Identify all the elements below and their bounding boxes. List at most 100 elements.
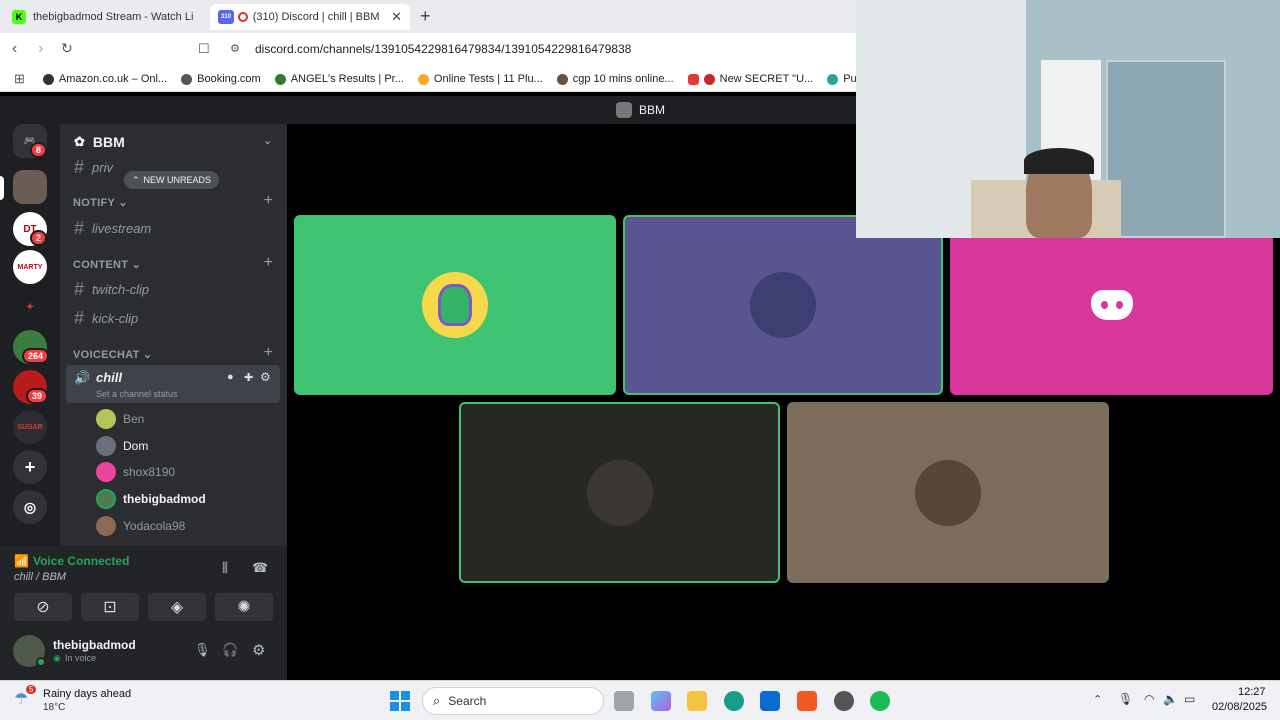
volume-icon[interactable]: 🔈 [1163,692,1178,706]
battery-icon[interactable]: ▭ [1184,692,1195,706]
outlook-icon[interactable] [760,691,780,711]
voice-member[interactable]: shox8190 [96,462,175,482]
explore-icon[interactable]: ◎ [13,490,47,524]
copilot-icon[interactable] [651,691,671,711]
settings-icon[interactable]: ⚙ [260,370,271,384]
wifi-icon[interactable]: ◠ [1144,692,1154,706]
file-explorer-icon[interactable] [687,691,707,711]
add-channel-icon[interactable]: + [264,254,273,272]
bookmark-amazon[interactable]: Amazon.co.uk – Onl... [42,73,167,85]
edge-icon[interactable] [724,691,744,711]
soundboard-button[interactable]: ✺ [215,593,273,621]
brave-icon[interactable] [797,691,817,711]
clock-date[interactable]: 02/08/2025 [1212,701,1267,713]
obs-icon[interactable] [834,691,854,711]
avatar [96,516,116,536]
participant-tile-purple[interactable] [623,215,943,395]
weather-title[interactable]: Rainy days ahead [43,688,131,700]
webcam-overlay [856,0,1280,238]
server-badge: 2 [30,230,48,246]
voice-channel-chill[interactable]: 🔊 chill Set a channel status ● ✚ ⚙ [66,365,280,403]
channel-status[interactable]: Set a channel status [96,389,178,399]
server-logo[interactable]: ✦ [13,290,47,324]
activities-button[interactable]: ◈ [148,593,206,621]
tab-discord[interactable]: 310 (310) Discord | chill | BBM ✕ [210,4,410,30]
bookmark-cgp[interactable]: cgp 10 mins online... [556,73,674,85]
channel-kick-clip[interactable]: # kick-clip [74,308,138,329]
server-i-love-marty[interactable]: MARTY [13,250,47,284]
forward-icon[interactable]: › [38,40,43,58]
participant-tile-pink[interactable] [950,215,1273,395]
avatar [96,489,116,509]
chevron-down-icon[interactable]: ⌄ [263,134,272,147]
kick-icon: K [12,10,26,24]
user-status-icon: ◉ [53,653,61,663]
chevron-up-icon[interactable]: ⌃ [1093,693,1102,706]
online-status-icon [36,657,46,667]
bookmark-booking[interactable]: Booking.com [181,73,261,85]
server-sugar[interactable]: SUGAR [13,410,47,444]
close-tab-icon[interactable]: ✕ [391,9,402,25]
microphone-tray-icon[interactable]: 🎙 [1118,692,1133,706]
channel-livestream[interactable]: # livestream [74,218,151,239]
channel-twitch-clip[interactable]: # twitch-clip [74,279,149,300]
avatar [586,459,653,526]
spotify-icon[interactable] [870,691,890,711]
screen-share-button[interactable]: ⊡ [81,593,139,621]
category-voicechat[interactable]: VOICECHAT ⌄ [73,348,153,361]
avatar [96,409,116,429]
clock-time[interactable]: 12:27 [1238,686,1266,698]
username[interactable]: thebigbadmod [53,638,136,652]
noise-suppression-icon[interactable]: ⫼ [222,560,228,576]
task-view-icon[interactable] [614,691,634,711]
bookmark-youtube[interactable]: New SECRET "U... [687,73,813,85]
server-header[interactable]: ✿ BBM [74,134,125,150]
bookmark-icon[interactable]: ☐ [198,41,210,57]
participant-tile-brown[interactable] [787,402,1109,583]
participant-tile-green[interactable] [294,215,616,395]
server-bbm[interactable] [13,170,47,204]
tab-kick-stream[interactable]: K thebigbadmod Stream - Watch Live [4,4,204,30]
back-icon[interactable]: ‹ [12,40,17,58]
discord-logo-icon [1090,290,1133,320]
weather-temp: 18°C [43,702,66,713]
voice-member[interactable]: Yodacola98 [96,516,185,536]
voice-member[interactable]: Dom [96,436,148,456]
site-info-icon[interactable]: ⚙ [230,42,240,55]
camera-off-button[interactable]: ⊘ [14,593,72,621]
avatar [750,272,816,338]
bookmark-online-tests[interactable]: Online Tests | 11 Plu... [417,73,543,85]
tab-title: thebigbadmod Stream - Watch Live [33,11,193,23]
headphones-icon[interactable]: 🎧 [222,642,238,658]
discord-icon: 310 [218,10,234,24]
voice-member[interactable]: Ben [96,409,144,429]
recording-icon [237,12,248,22]
participant-tile-dark[interactable] [459,402,780,583]
chat-icon[interactable]: ● [227,371,234,383]
add-server-icon[interactable]: + [13,450,47,484]
voice-location[interactable]: chill / BBM [14,571,66,583]
start-icon[interactable] [390,691,410,711]
browser-toolbar: ‹ › ↻ ☐ ⚙ discord.com/channels/139105422… [0,33,856,67]
add-channel-icon[interactable]: + [264,344,273,362]
selected-indicator [0,176,4,200]
apps-icon[interactable]: ⊞ [14,71,25,87]
voice-member[interactable]: thebigbadmod [96,489,206,509]
server-badge: 264 [22,348,50,364]
channel-priv[interactable]: # priv [74,157,113,178]
avatar [96,462,116,482]
invite-icon[interactable]: ✚ [244,371,253,384]
add-channel-icon[interactable]: + [264,192,273,210]
reload-icon[interactable]: ↻ [61,40,73,57]
user-settings-icon[interactable]: ⚙ [252,641,265,659]
bookmark-angel[interactable]: ANGEL's Results | Pr... [274,73,404,85]
microphone-icon[interactable]: 🎙 [194,642,211,658]
category-notify[interactable]: NOTIFY ⌄ [73,196,128,209]
new-unreads-pill[interactable]: ⌃ NEW UNREADS [124,171,220,189]
new-tab-icon[interactable]: + [420,6,431,27]
disconnect-icon[interactable]: ☎ [252,560,268,576]
taskbar-search[interactable]: ⌕ Search [422,687,604,715]
voice-status[interactable]: 📶 Voice Connected [14,554,129,568]
address-bar[interactable]: discord.com/channels/1391054229816479834… [255,42,631,56]
category-content[interactable]: CONTENT ⌄ [73,258,141,271]
